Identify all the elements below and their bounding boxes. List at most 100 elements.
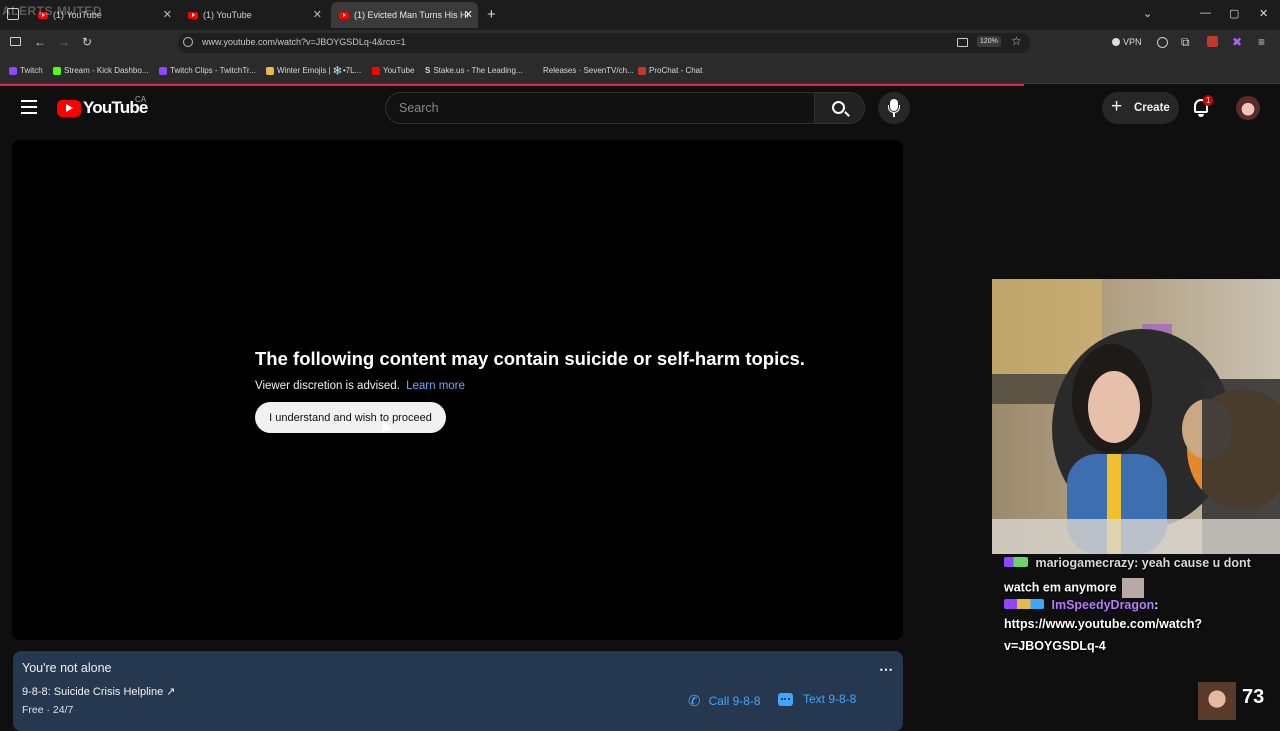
bookmark-seventv[interactable]: Releases · SevenTV/ch... (532, 66, 634, 75)
call-button[interactable]: ✆ Call 9-8-8 (688, 692, 761, 710)
stake-icon: S (425, 66, 431, 75)
phone-icon: ✆ (688, 693, 701, 710)
call-label: Call 9-8-8 (708, 694, 761, 708)
chat-message-url-part1: https://www.youtube.com/watch? (1004, 617, 1203, 631)
close-tab-icon[interactable]: ✕ (163, 9, 172, 21)
text-label: Text 9-8-8 (803, 692, 857, 706)
chat-username: ImSpeedyDragon (1051, 598, 1155, 612)
folder-icon (266, 66, 274, 75)
chat-badge-icon (1004, 599, 1044, 609)
bookmark-twitch-clips[interactable]: Twitch Clips - TwitchTr... (159, 66, 256, 75)
minimize-icon[interactable]: — (1200, 7, 1211, 19)
hamburger-menu-icon[interactable] (21, 100, 37, 114)
tab-search-chevron-icon[interactable]: ⌄ (1143, 7, 1152, 20)
search-button[interactable] (815, 92, 865, 124)
bookmark-star-icon[interactable]: ☆ (1011, 34, 1022, 48)
webcam-overlay (992, 279, 1280, 554)
sidebar-toggle-icon[interactable] (10, 37, 21, 46)
forward-icon[interactable]: → (58, 35, 70, 49)
site-info-icon[interactable] (183, 37, 193, 47)
bookmark-stake[interactable]: S Stake.us - The Leading... (425, 66, 523, 75)
plus-icon: + (1111, 96, 1123, 117)
chat-message-mariogamecrazy: mariogamecrazy: yeah cause u dont (1004, 556, 1251, 570)
close-tab-icon[interactable]: ✕ (313, 9, 322, 21)
search-placeholder: Search (399, 101, 439, 115)
bookmark-label: Winter Emojis | ❄️•7L... (277, 66, 362, 75)
close-window-icon[interactable]: ✕ (1259, 7, 1268, 20)
twitch-icon (9, 66, 17, 75)
maximize-icon[interactable]: ▢ (1229, 7, 1239, 20)
vpn-icon (1112, 38, 1120, 46)
bookmark-label: YouTube (383, 66, 415, 75)
youtube-favicon-icon (339, 11, 349, 19)
account-icon[interactable] (1157, 37, 1168, 48)
helpline-link[interactable]: 9-8-8: Suicide Crisis Helpline ↗ (22, 685, 176, 698)
viewer-count: 73 (1242, 686, 1265, 708)
search-input[interactable]: Search (385, 92, 815, 124)
bookmark-label: Twitch Clips - TwitchTr... (170, 66, 256, 75)
zoom-level-badge[interactable]: 120% (977, 36, 1001, 47)
twitchtracker-icon (159, 66, 167, 75)
close-tab-icon[interactable]: ✕ (464, 9, 473, 21)
vpn-label: VPN (1123, 37, 1142, 47)
chat-message-text: watch em anymore (1004, 580, 1117, 595)
back-icon[interactable]: ← (34, 35, 46, 49)
browser-menu-icon[interactable]: ≡ (1258, 35, 1265, 49)
content-warning-title: The following content may contain suicid… (255, 348, 805, 369)
kick-icon (53, 66, 61, 75)
prochat-icon (638, 66, 646, 75)
viewer-avatar (1198, 682, 1236, 720)
extension-badge-icon[interactable] (1207, 36, 1218, 47)
create-button[interactable]: + Create (1102, 92, 1179, 124)
chat-emote-icon (1122, 578, 1145, 598)
chat-username-separator: : (1154, 598, 1159, 612)
github-icon (532, 66, 540, 75)
tab-label: (1) Evicted Man Turns His Home (354, 10, 468, 20)
create-label: Create (1134, 102, 1170, 114)
learn-more-link[interactable]: Learn more (406, 380, 465, 392)
message-icon (778, 692, 793, 706)
notification-count-badge: 1 (1203, 95, 1214, 106)
bookmark-label: Twitch (20, 66, 43, 75)
text-button[interactable]: Text 9-8-8 (778, 692, 856, 706)
reader-mode-icon[interactable] (957, 38, 968, 47)
chat-message-continuation: watch em anymore (1004, 578, 1145, 598)
vpn-button[interactable]: VPN (1112, 37, 1142, 47)
bookmark-label: Releases · SevenTV/ch... (543, 66, 634, 75)
crisis-title: You're not alone (22, 661, 112, 675)
notifications-button[interactable]: 1 (1191, 95, 1214, 120)
bookmark-prochat[interactable]: ProChat - Chat (638, 66, 702, 75)
chat-user-line: ImSpeedyDragon: (1004, 598, 1158, 612)
url-text[interactable]: www.youtube.com/watch?v=JBOYGSDLq-4&rco=… (202, 37, 406, 47)
proceed-button[interactable]: I understand and wish to proceed (255, 402, 446, 433)
bookmark-kick[interactable]: Stream - Kick Dashbo... (53, 66, 148, 75)
bookmark-label: ProChat - Chat (649, 66, 703, 75)
bookmark-twitch[interactable]: Twitch (9, 66, 43, 75)
reload-icon[interactable]: ↻ (82, 35, 92, 49)
webcam-feed-image (992, 279, 1280, 554)
viewer-discretion-text: Viewer discretion is advised. (255, 380, 400, 392)
youtube-logo-icon (57, 99, 81, 117)
extension-purple-icon[interactable]: ✖ (1232, 35, 1242, 49)
youtube-logo[interactable]: YouTube (57, 98, 148, 118)
bookmark-label: Stream - Kick Dashbo... (64, 66, 149, 75)
bookmark-label: Stake.us - The Leading... (433, 66, 523, 75)
content-warning-subtitle: Viewer discretion is advised. Learn more (255, 380, 465, 392)
tab-youtube-2[interactable]: (1) YouTube ✕ (180, 2, 328, 28)
chat-message-text: mariogamecrazy: yeah cause u dont (1035, 556, 1251, 570)
crisis-more-icon[interactable]: ⋯ (879, 661, 893, 678)
avatar[interactable] (1236, 96, 1260, 120)
bookmark-youtube[interactable]: YouTube (372, 66, 414, 75)
alerts-muted-overlay: ALERTS MUTED (2, 4, 102, 18)
region-code: CA (135, 95, 147, 104)
youtube-icon (372, 66, 380, 75)
voice-search-button[interactable] (878, 92, 910, 124)
youtube-favicon-icon (188, 11, 198, 19)
tab-active-video[interactable]: (1) Evicted Man Turns His Home ✕ (331, 2, 478, 28)
tab-label: (1) YouTube (203, 10, 252, 20)
helpline-availability: Free · 24/7 (22, 704, 74, 716)
new-tab-icon[interactable]: + (487, 6, 496, 23)
bookmark-folder-winter-emojis[interactable]: Winter Emojis | ❄️•7L... (266, 66, 361, 75)
chat-message-url-part2: v=JBOYGSDLq-4 (1004, 639, 1106, 653)
extensions-icon[interactable]: ⧉ (1181, 35, 1190, 50)
